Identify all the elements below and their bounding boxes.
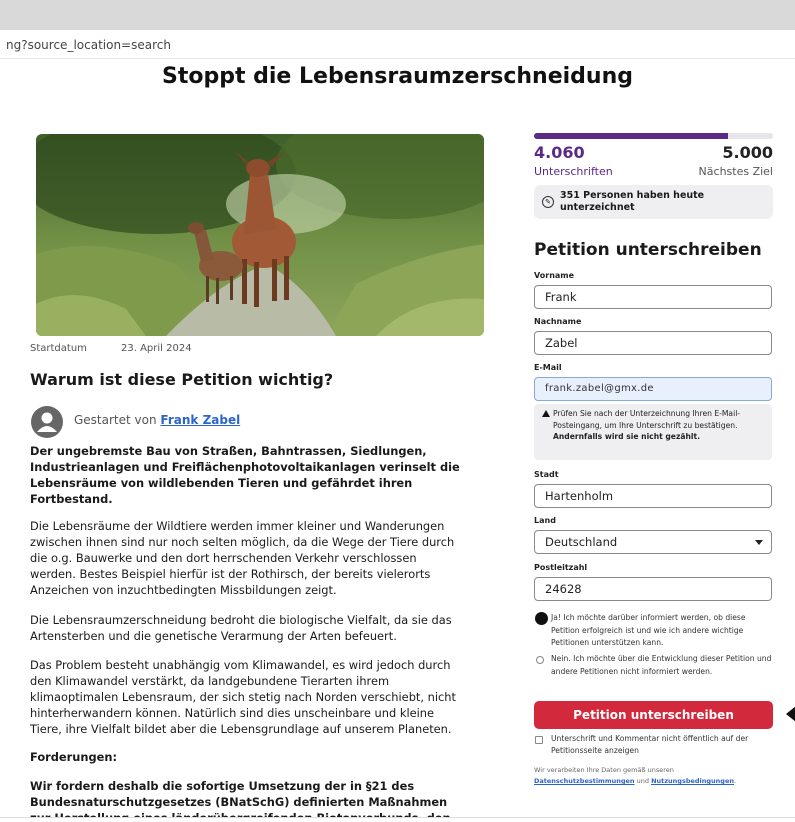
user-icon [37, 412, 57, 432]
today-signers-box: ✎ 351 Personen haben heute unterzeichnet [534, 185, 773, 219]
opt-out-radio[interactable] [536, 656, 544, 664]
country-label: Land [534, 516, 556, 525]
signature-goal: 5.000 [722, 143, 773, 162]
start-date-label: Startdatum [30, 343, 87, 354]
terms-link[interactable]: Nutzungsbedingungen [651, 777, 734, 785]
signature-icon: ✎ [542, 196, 554, 208]
zip-label: Postleitzahl [534, 563, 588, 572]
started-by: Gestartet von Frank Zabel [74, 413, 240, 427]
last-name-label: Nachname [534, 317, 582, 326]
privacy-end: . [733, 777, 737, 785]
browser-tab-bar [0, 0, 795, 30]
zip-field[interactable]: 24628 [534, 577, 772, 601]
avatar [31, 406, 63, 438]
email-label: E-Mail [534, 363, 562, 372]
petition-paragraph: Das Problem besteht unabhängig vom Klima… [30, 658, 456, 736]
email-notice-text: Prüfen Sie nach der Unterzeichnung Ihren… [553, 408, 765, 443]
city-value[interactable]: Hartenholm [545, 489, 745, 503]
deer-photo [36, 134, 484, 336]
email-notice: Prüfen Sie nach der Unterzeichnung Ihren… [534, 404, 772, 460]
first-name-field[interactable]: Frank [534, 285, 772, 309]
email-notice-bold: Andernfalls wird sie nicht gezählt. [553, 432, 701, 441]
zip-value[interactable]: 24628 [545, 582, 745, 596]
signature-count-label: Unterschriften [534, 165, 613, 178]
privacy-and: und [636, 777, 649, 785]
email-value[interactable]: frank.zabel@gmx.de [545, 383, 745, 394]
first-name-value[interactable]: Frank [545, 290, 745, 304]
form-heading: Petition unterschreiben [534, 240, 762, 260]
privacy-link[interactable]: Datenschutzbestimmungen [534, 777, 635, 785]
url-text[interactable]: ng?source_location=search [6, 38, 171, 52]
last-name-value[interactable]: Zabel [545, 336, 745, 350]
signature-progress-fill [534, 133, 729, 139]
city-field[interactable]: Hartenholm [534, 484, 772, 508]
warning-icon [542, 410, 550, 417]
petition-intro: Der ungebremste Bau von Straßen, Bahntra… [30, 444, 460, 506]
today-signers-text: 351 Personen haben heute unterzeichnet [560, 190, 705, 213]
signature-goal-label: Nächstes Ziel [698, 165, 773, 178]
demands-heading: Forderungen: [30, 750, 118, 764]
chevron-down-icon[interactable] [755, 540, 763, 545]
start-date: 23. April 2024 [121, 343, 192, 354]
country-select[interactable]: Deutschland [534, 530, 772, 554]
page-title: Stoppt die Lebensraumzerschneidung [162, 64, 633, 89]
divider [0, 817, 795, 818]
email-notice-body: Prüfen Sie nach der Unterzeichnung Ihren… [553, 409, 741, 430]
private-signature-label[interactable]: Unterschrift und Kommentar nicht öffentl… [551, 733, 776, 757]
email-field[interactable]: frank.zabel@gmx.de [534, 377, 772, 401]
petition-image [36, 134, 484, 336]
petition-paragraph: Die Lebensräume der Wildtiere werden imm… [30, 519, 455, 597]
privacy-text: Wir verarbeiten Ihre Daten gemäß unseren [534, 766, 674, 774]
last-name-field[interactable]: Zabel [534, 331, 772, 355]
city-label: Stadt [534, 470, 559, 479]
sign-petition-button[interactable]: Petition unterschreiben [534, 701, 773, 729]
first-name-label: Vorname [534, 271, 575, 280]
opt-in-radio[interactable] [535, 612, 548, 625]
private-signature-checkbox[interactable] [535, 736, 543, 744]
why-heading: Warum ist diese Petition wichtig? [30, 370, 334, 389]
signature-count: 4.060 [534, 143, 585, 162]
privacy-note: Wir verarbeiten Ihre Daten gemäß unseren… [534, 765, 774, 787]
petition-paragraph: Die Lebensraumzerschneidung bedroht die … [30, 613, 452, 643]
address-bar[interactable]: ng?source_location=search [0, 30, 795, 59]
demands-text: Wir fordern deshalb die sofortige Umsetz… [30, 779, 451, 818]
opt-in-text[interactable]: Ja! Ich möchte darüber informiert werden… [551, 612, 773, 650]
pointer-arrow-icon [786, 706, 795, 722]
opt-out-text[interactable]: Nein. Ich möchte über die Entwicklung di… [551, 653, 773, 678]
country-value[interactable]: Deutschland [545, 535, 745, 549]
started-by-label: Gestartet von [74, 413, 157, 427]
author-link[interactable]: Frank Zabel [160, 413, 240, 427]
signature-progress-bar [534, 133, 773, 139]
